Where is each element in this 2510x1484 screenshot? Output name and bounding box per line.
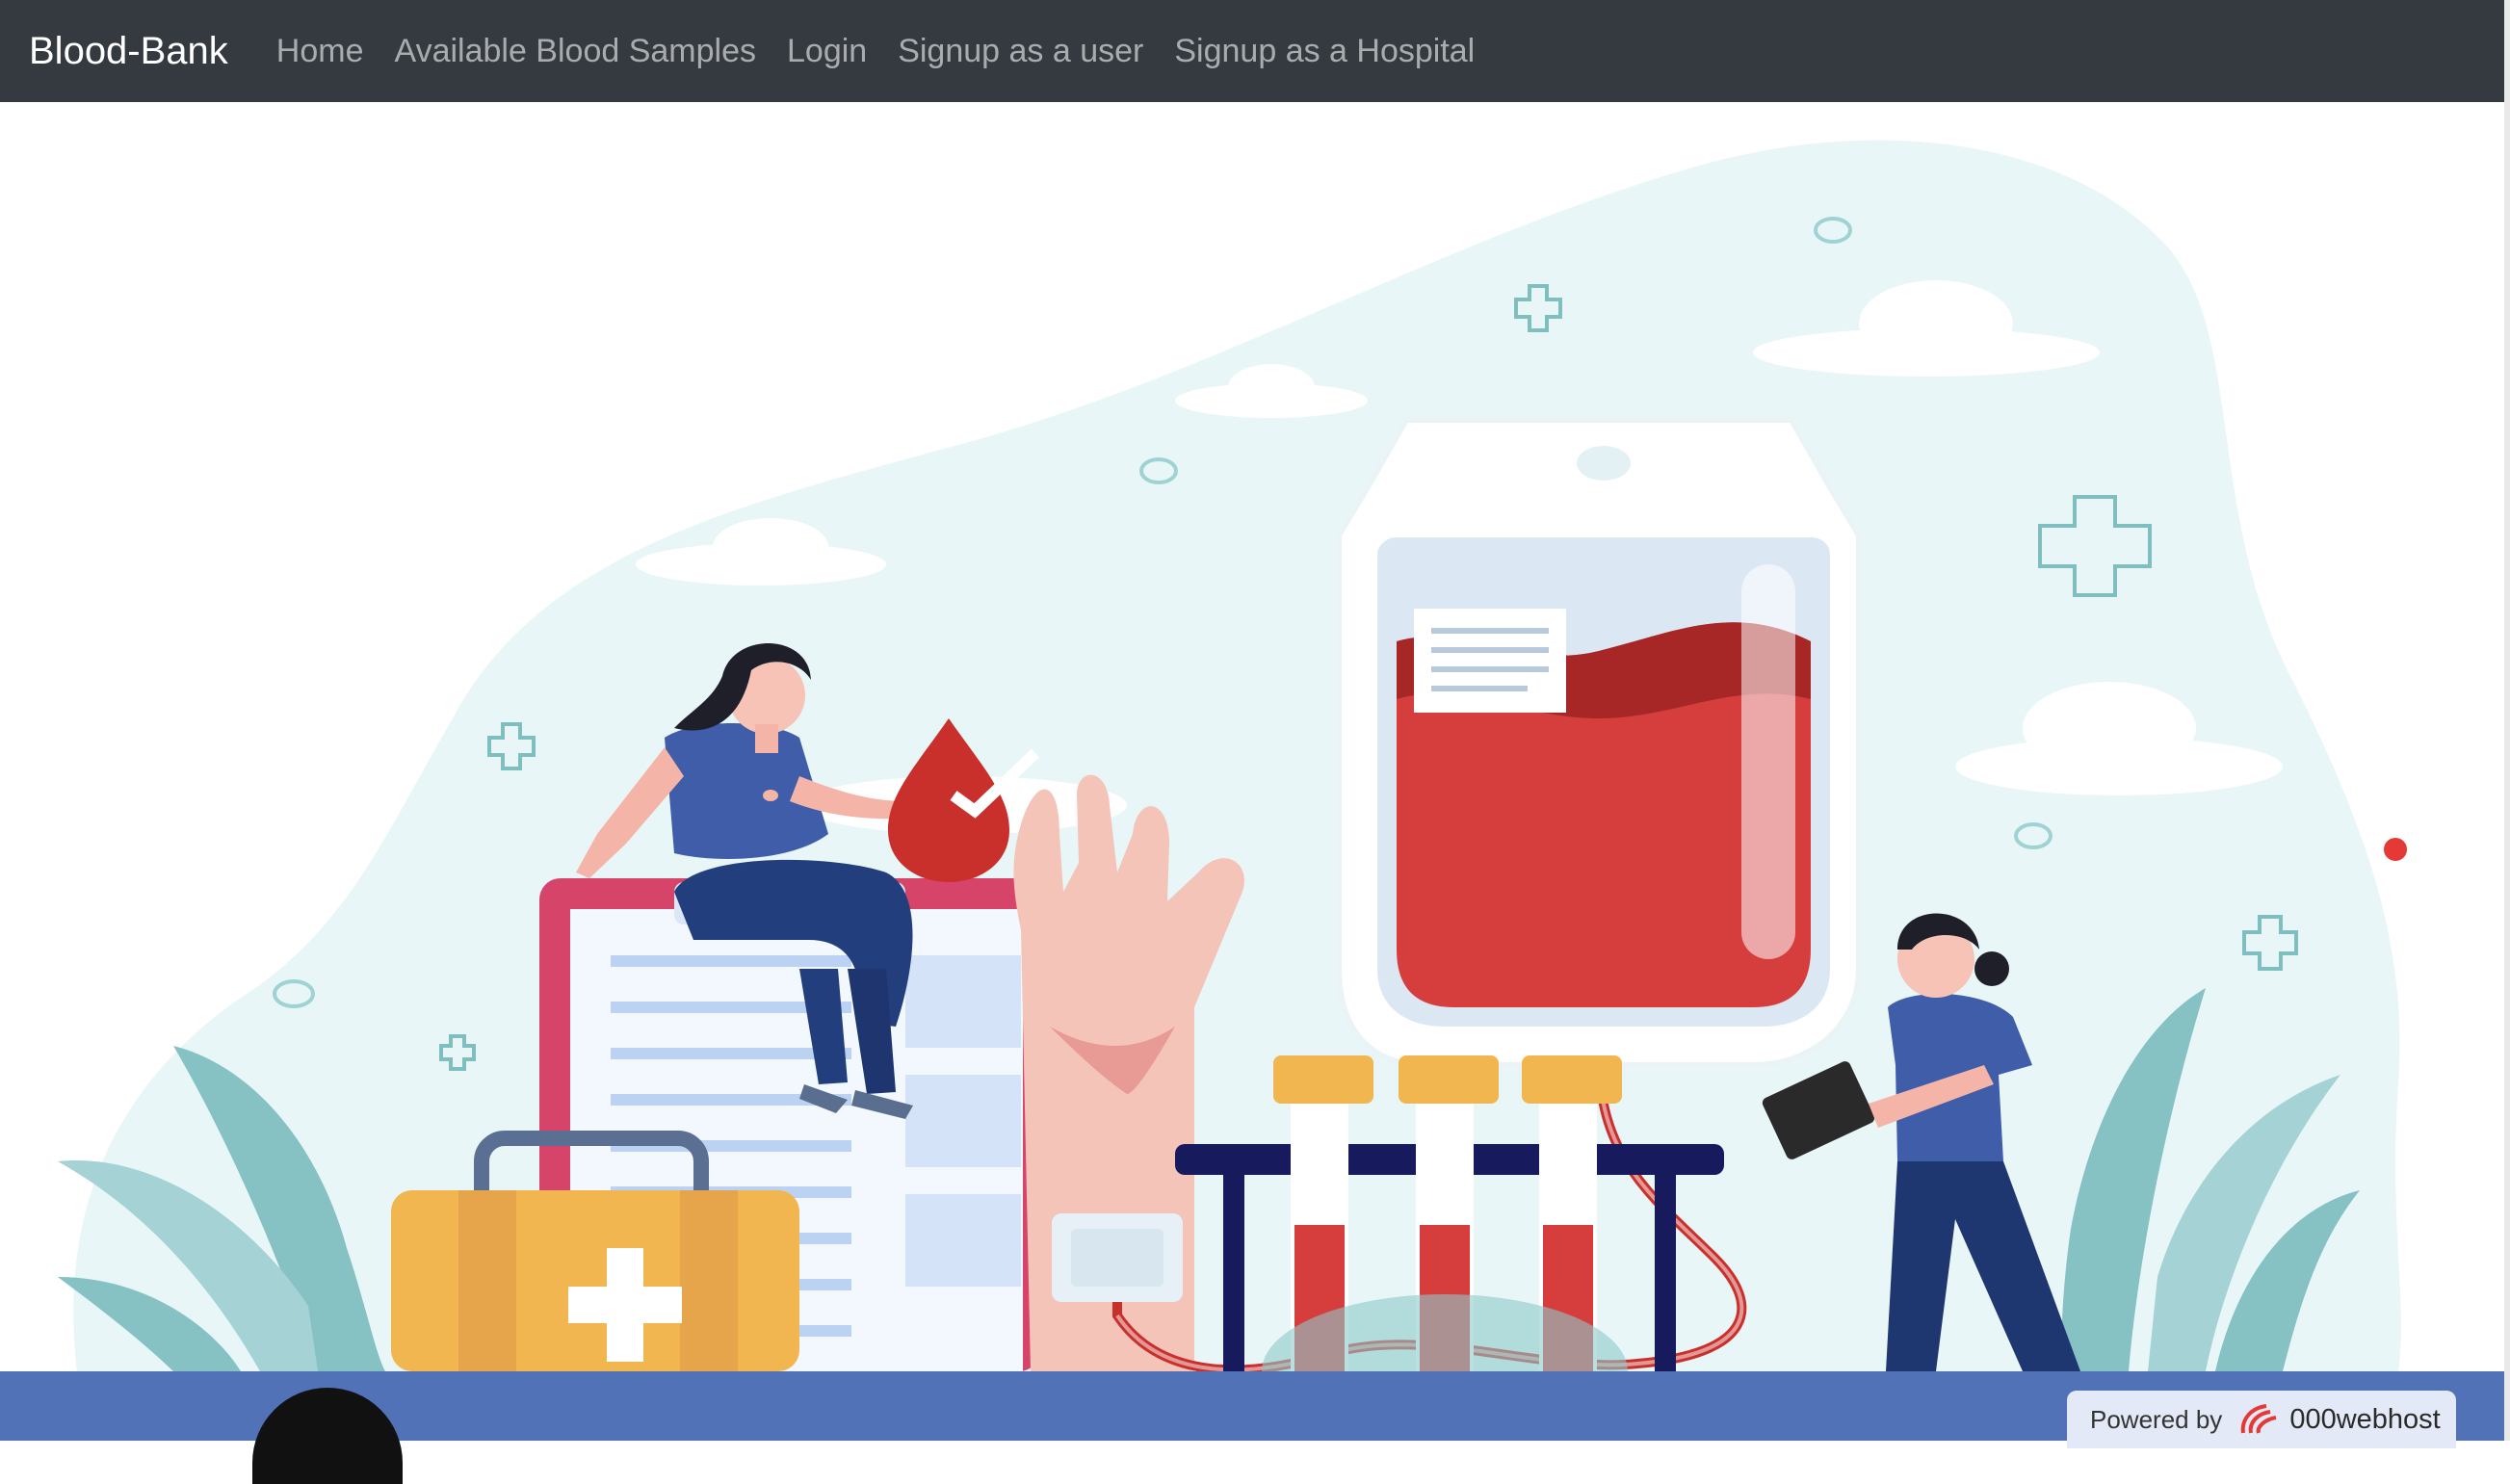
host-name: 000webhost (2289, 1403, 2441, 1435)
nav-link-home[interactable]: Home (276, 33, 364, 70)
hero-illustration (0, 102, 2504, 1371)
page-scrollbar[interactable] (2504, 0, 2510, 1441)
nav-link-signup-user[interactable]: Signup as a user (898, 33, 1143, 70)
brand-link[interactable]: Blood-Bank (29, 30, 228, 73)
red-indicator-dot (2384, 838, 2407, 861)
powered-by-badge[interactable]: Powered by 000webhost (2067, 1391, 2456, 1448)
powered-by-label: Powered by (2090, 1404, 2223, 1434)
top-navbar: Blood-Bank Home Available Blood Samples … (0, 0, 2504, 102)
nav-link-signup-hospital[interactable]: Signup as a Hospital (1174, 33, 1475, 70)
nav-link-available-blood-samples[interactable]: Available Blood Samples (395, 33, 757, 70)
webhost-logo-icon (2241, 1404, 2277, 1434)
blood-donation-illustration (58, 140, 2401, 1371)
nav-link-login[interactable]: Login (787, 33, 867, 70)
